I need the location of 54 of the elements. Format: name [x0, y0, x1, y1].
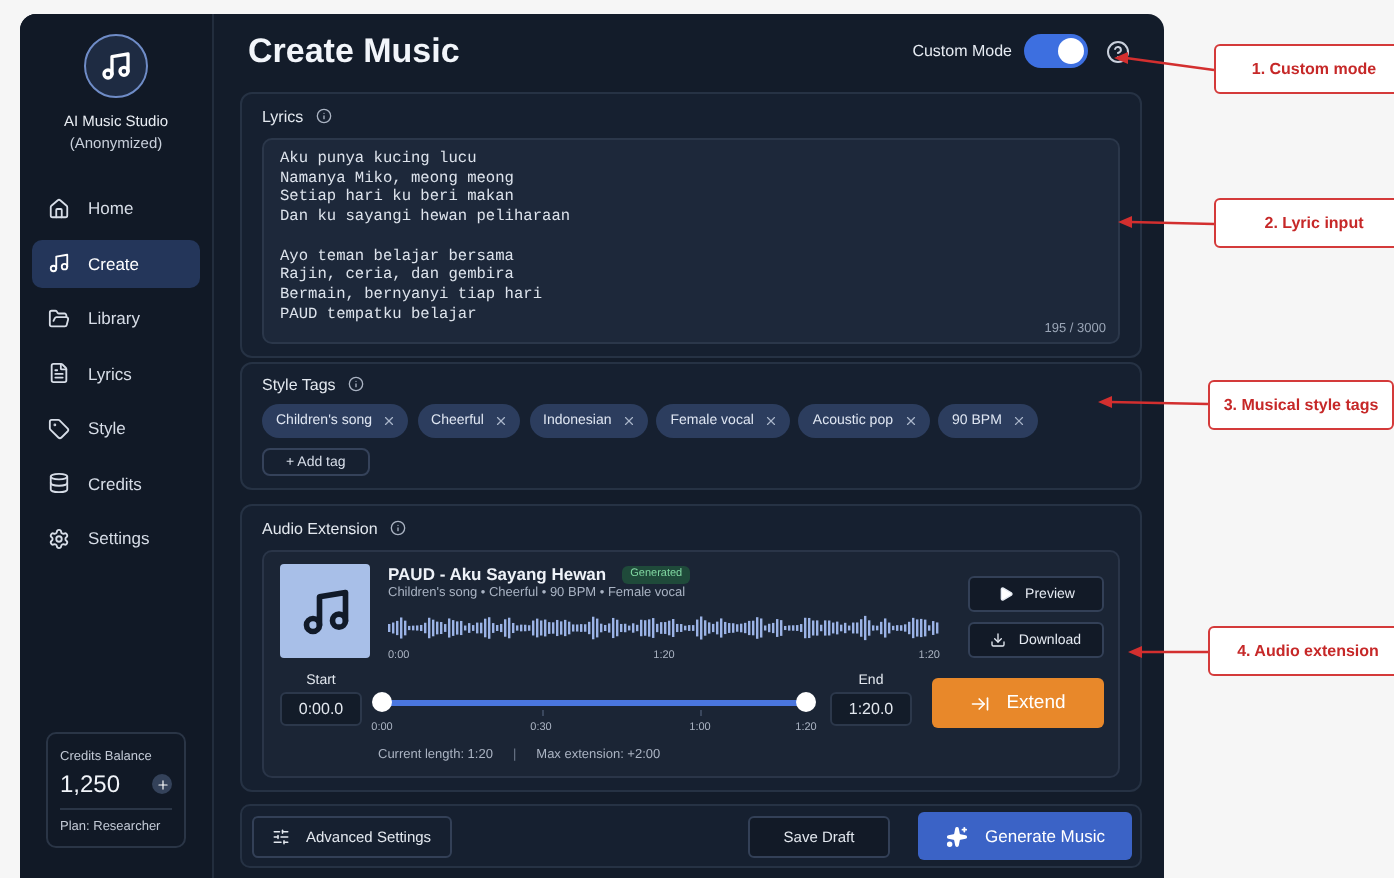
sliders-icon: [272, 827, 290, 845]
callout-arrow: [1098, 396, 1209, 408]
remove-tag-button[interactable]: [621, 414, 636, 429]
end-handle[interactable]: [796, 692, 816, 712]
nav-icon: [48, 362, 70, 384]
custom-mode-toggle[interactable]: [1024, 34, 1088, 68]
nav-icon: [48, 307, 70, 329]
callout-arrow: [1118, 216, 1215, 228]
remove-tag-button[interactable]: [1011, 414, 1026, 429]
nav-item[interactable]: Create: [32, 239, 200, 287]
music-note-icon: [299, 585, 351, 637]
app-logo: [84, 34, 148, 98]
credits-amount: 1,250: [60, 770, 121, 798]
annotation-label: 1. Custom mode: [1214, 44, 1394, 94]
nav-item[interactable]: Style: [32, 404, 200, 452]
end-time-field[interactable]: 1:20.0: [830, 692, 912, 726]
callout-arrow: [1114, 52, 1215, 72]
start-handle[interactable]: [372, 692, 392, 712]
play-icon: [997, 586, 1014, 602]
remove-tag-button[interactable]: [763, 414, 778, 429]
section-title: Audio Extension: [262, 519, 378, 537]
callout-arrow: [1128, 646, 1208, 658]
custom-mode-label: Custom Mode: [912, 42, 1012, 60]
nav-item[interactable]: Credits: [32, 459, 200, 507]
nav-item[interactable]: Lyrics: [32, 349, 200, 397]
nav-icon: [48, 527, 70, 549]
nav-icon: [48, 197, 70, 219]
generate-music-button[interactable]: Generate Music: [918, 812, 1132, 860]
track-title: PAUD - Aku Sayang Hewan: [388, 564, 607, 584]
info-icon[interactable]: [389, 520, 406, 536]
annotation-label: 2. Lyric input: [1214, 198, 1394, 248]
range-slider[interactable]: [372, 692, 816, 712]
nav-icon: [48, 417, 70, 439]
add-credits-button[interactable]: [152, 774, 172, 794]
arrow-to-line-icon: [970, 693, 991, 713]
download-icon: [990, 632, 1007, 648]
nav-item[interactable]: Home: [32, 184, 200, 232]
page-title: Create Music: [248, 31, 460, 71]
remove-tag-button[interactable]: [494, 414, 508, 429]
nav-item[interactable]: Settings: [32, 514, 200, 562]
nav-icon: [48, 472, 70, 494]
info-icon[interactable]: [315, 108, 332, 124]
help-icon[interactable]: [1106, 39, 1130, 63]
start-time-field[interactable]: 0:00.0: [280, 692, 362, 726]
annotation-label: 4. Audio extension: [1208, 626, 1394, 676]
remove-tag-button[interactable]: [382, 414, 397, 429]
section-title: Style Tags: [262, 375, 336, 394]
remove-tag-button[interactable]: [903, 414, 917, 429]
annotation-label: 3. Musical style tags: [1208, 380, 1394, 430]
info-icon[interactable]: [347, 376, 364, 393]
sparkles-icon: [945, 825, 967, 847]
nav-item[interactable]: Library: [32, 294, 200, 342]
nav-icon: [48, 252, 70, 274]
section-title: Lyrics: [262, 107, 304, 125]
